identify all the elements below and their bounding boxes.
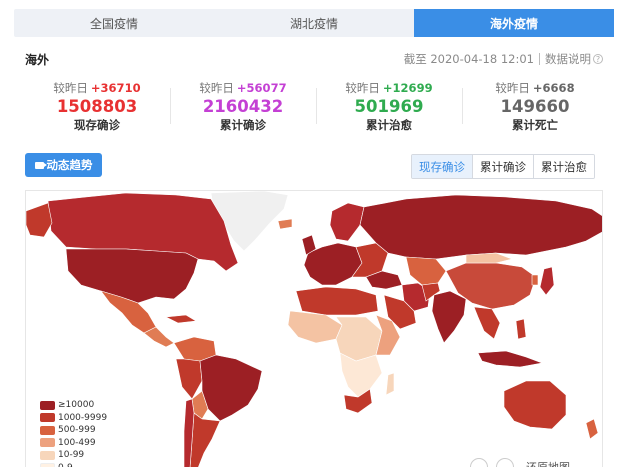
- legend-swatch: [40, 400, 55, 410]
- overseas-epidemic-panel: 全国疫情 湖北疫情 海外疫情 海外 截至 2020-04-18 12:01 数据…: [0, 0, 633, 467]
- map-new-zealand[interactable]: [585, 418, 599, 440]
- map-scandinavia[interactable]: [329, 202, 365, 242]
- map-russia[interactable]: [359, 194, 603, 260]
- map-legend: ≥10000 1000-9999 500-999 100-499 10-99 0…: [40, 399, 107, 467]
- metric-total-cured[interactable]: 累计治愈: [533, 155, 594, 178]
- tab-hubei[interactable]: 湖北疫情: [214, 9, 414, 37]
- stat-value: 1508803: [56, 97, 138, 116]
- map-argentina[interactable]: [189, 412, 221, 467]
- stat-label: 累计死亡: [512, 118, 558, 132]
- video-camera-icon: [34, 161, 47, 169]
- stat-value: 501969: [354, 97, 424, 116]
- tab-national[interactable]: 全国疫情: [14, 9, 214, 37]
- map-iceland[interactable]: [277, 218, 293, 230]
- stat-delta: 较昨日 +36710: [53, 81, 141, 95]
- map-southeast-asia[interactable]: [473, 306, 501, 340]
- divider: [539, 53, 540, 65]
- map-southern-africa[interactable]: [339, 352, 383, 398]
- stat-value: 149660: [500, 97, 570, 116]
- stat-delta: 较昨日 +12699: [345, 81, 433, 95]
- region-tabs: 全国疫情 湖北疫情 海外疫情: [14, 9, 614, 37]
- metric-switch: 现存确诊 累计确诊 累计治愈: [411, 154, 595, 179]
- map-alaska[interactable]: [26, 202, 53, 238]
- map-korea[interactable]: [531, 274, 539, 286]
- dynamic-trend-button[interactable]: 动态趋势: [25, 153, 102, 177]
- stat-label: 累计确诊: [220, 118, 266, 132]
- map-australia[interactable]: [503, 380, 567, 430]
- data-explanation-link[interactable]: 数据说明: [545, 51, 591, 67]
- map-west-africa[interactable]: [287, 310, 343, 344]
- stat-value: 2160432: [202, 97, 284, 116]
- map-indonesia[interactable]: [477, 350, 544, 368]
- stat-label: 累计治愈: [366, 118, 412, 132]
- map-central-asia[interactable]: [405, 256, 447, 286]
- stats-summary: 较昨日 +36710 1508803 现存确诊 较昨日 +56077 2160432…: [24, 80, 608, 132]
- question-icon[interactable]: ?: [593, 54, 603, 64]
- map-usa[interactable]: [65, 248, 199, 304]
- map-caribbean[interactable]: [164, 314, 197, 324]
- dynamic-trend-label: 动态趋势: [46, 158, 93, 172]
- stat-delta: 较昨日 +6668: [495, 81, 575, 95]
- legend-item: 100-499: [40, 437, 107, 450]
- stat-total-confirmed: 较昨日 +56077 2160432 累计确诊: [170, 80, 316, 132]
- map-japan[interactable]: [539, 266, 555, 296]
- stat-total-cured: 较昨日 +12699 501969 累计治愈: [316, 80, 462, 132]
- legend-item: 0-9: [40, 462, 107, 467]
- legend-item: ≥10000: [40, 399, 107, 412]
- stat-label: 现存确诊: [74, 118, 120, 132]
- region-title: 海外: [25, 53, 50, 67]
- map-mongolia[interactable]: [465, 252, 514, 264]
- update-time-bar: 截至 2020-04-18 12:01 数据说明 ?: [404, 51, 603, 67]
- tab-overseas[interactable]: 海外疫情: [414, 9, 614, 37]
- map-brazil[interactable]: [199, 354, 263, 422]
- stat-delta: 较昨日 +56077: [199, 81, 287, 95]
- zoom-in-icon[interactable]: [496, 458, 514, 467]
- legend-swatch: [40, 450, 55, 460]
- legend-item: 10-99: [40, 449, 107, 462]
- map-madagascar[interactable]: [385, 372, 395, 396]
- legend-item: 1000-9999: [40, 412, 107, 425]
- reset-map-button[interactable]: 还原地图: [526, 459, 570, 467]
- update-time: 截至 2020-04-18 12:01: [403, 52, 534, 66]
- map-philippines[interactable]: [515, 318, 527, 340]
- legend-swatch: [40, 463, 55, 467]
- legend-swatch: [40, 438, 55, 448]
- stat-current-confirmed: 较昨日 +36710 1508803 现存确诊: [24, 80, 170, 132]
- legend-swatch: [40, 425, 55, 435]
- world-map[interactable]: [25, 190, 603, 467]
- legend-swatch: [40, 413, 55, 423]
- legend-item: 500-999: [40, 424, 107, 437]
- metric-total-confirmed[interactable]: 累计确诊: [472, 155, 533, 178]
- map-india[interactable]: [431, 290, 467, 344]
- metric-current-confirmed[interactable]: 现存确诊: [412, 155, 472, 178]
- stat-total-deaths: 较昨日 +6668 149660 累计死亡: [462, 80, 608, 132]
- map-controls: 还原地图: [470, 458, 570, 467]
- map-peru-ecuador[interactable]: [175, 358, 203, 400]
- zoom-out-icon[interactable]: [470, 458, 488, 467]
- world-map-svg[interactable]: [26, 191, 603, 467]
- map-north-africa[interactable]: [295, 286, 379, 316]
